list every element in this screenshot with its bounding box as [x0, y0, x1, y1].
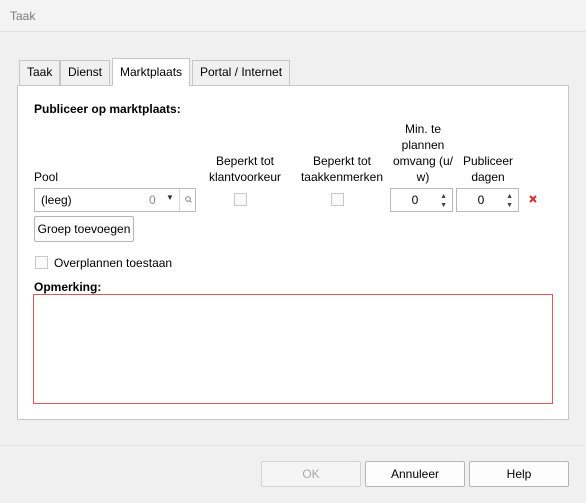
pool-count: 0 — [149, 193, 156, 207]
pool-value: (leeg) — [41, 193, 72, 207]
x-icon[interactable] — [528, 193, 538, 207]
pool-column-header: Pool — [34, 170, 59, 184]
min-plannen-spinner[interactable]: 0 ▲ ▼ — [390, 188, 453, 212]
publiceer-dagen-spinner[interactable]: 0 ▲ ▼ — [456, 188, 519, 212]
spin-up-icon[interactable]: ▲ — [506, 193, 513, 200]
section-title: Publiceer op marktplaats: — [34, 102, 181, 116]
publiceer-dagen-value: 0 — [477, 193, 485, 207]
beperkt-taakkenmerken-checkbox[interactable] — [331, 193, 344, 206]
title-bar: Taak — [0, 0, 586, 32]
help-button[interactable]: Help — [469, 461, 569, 487]
tab-dienst[interactable]: Dienst — [60, 60, 111, 85]
allow-overplan-checkbox[interactable] — [35, 256, 48, 269]
tab-marktplaats[interactable]: Marktplaats — [112, 58, 191, 86]
publiceer-dagen-header: Publiceer dagen — [462, 154, 514, 184]
remark-label: Opmerking: — [34, 280, 102, 294]
tab-taak[interactable]: Taak — [19, 60, 61, 85]
spin-up-icon[interactable]: ▲ — [440, 193, 447, 200]
spin-down-icon[interactable]: ▼ — [506, 202, 513, 209]
min-plannen-value: 0 — [411, 193, 419, 207]
add-group-button[interactable]: Groep toevoegen — [34, 216, 134, 242]
chevron-down-icon[interactable]: ▼ — [166, 193, 174, 202]
spin-down-icon[interactable]: ▼ — [440, 202, 447, 209]
remark-textarea[interactable] — [33, 294, 553, 404]
beperkt-klantvoorkeur-checkbox[interactable] — [234, 193, 247, 206]
search-icon[interactable] — [179, 189, 196, 211]
beperkt-klantvoorkeur-header: Beperkt tot klantvoorkeur — [208, 154, 282, 184]
tab-portal-internet[interactable]: Portal / Internet — [192, 60, 291, 85]
pool-combobox[interactable]: (leeg) 0 ▼ — [34, 188, 196, 212]
min-plannen-header: Min. te plannen omvang (u/ w) — [392, 122, 454, 184]
cancel-button[interactable]: Annuleer — [365, 461, 465, 487]
ok-button[interactable]: OK — [261, 461, 361, 487]
window-title: Taak — [10, 9, 36, 23]
allow-overplan-label: Overplannen toestaan — [54, 256, 173, 270]
beperkt-taakkenmerken-header: Beperkt tot taakkenmerken — [300, 154, 384, 184]
